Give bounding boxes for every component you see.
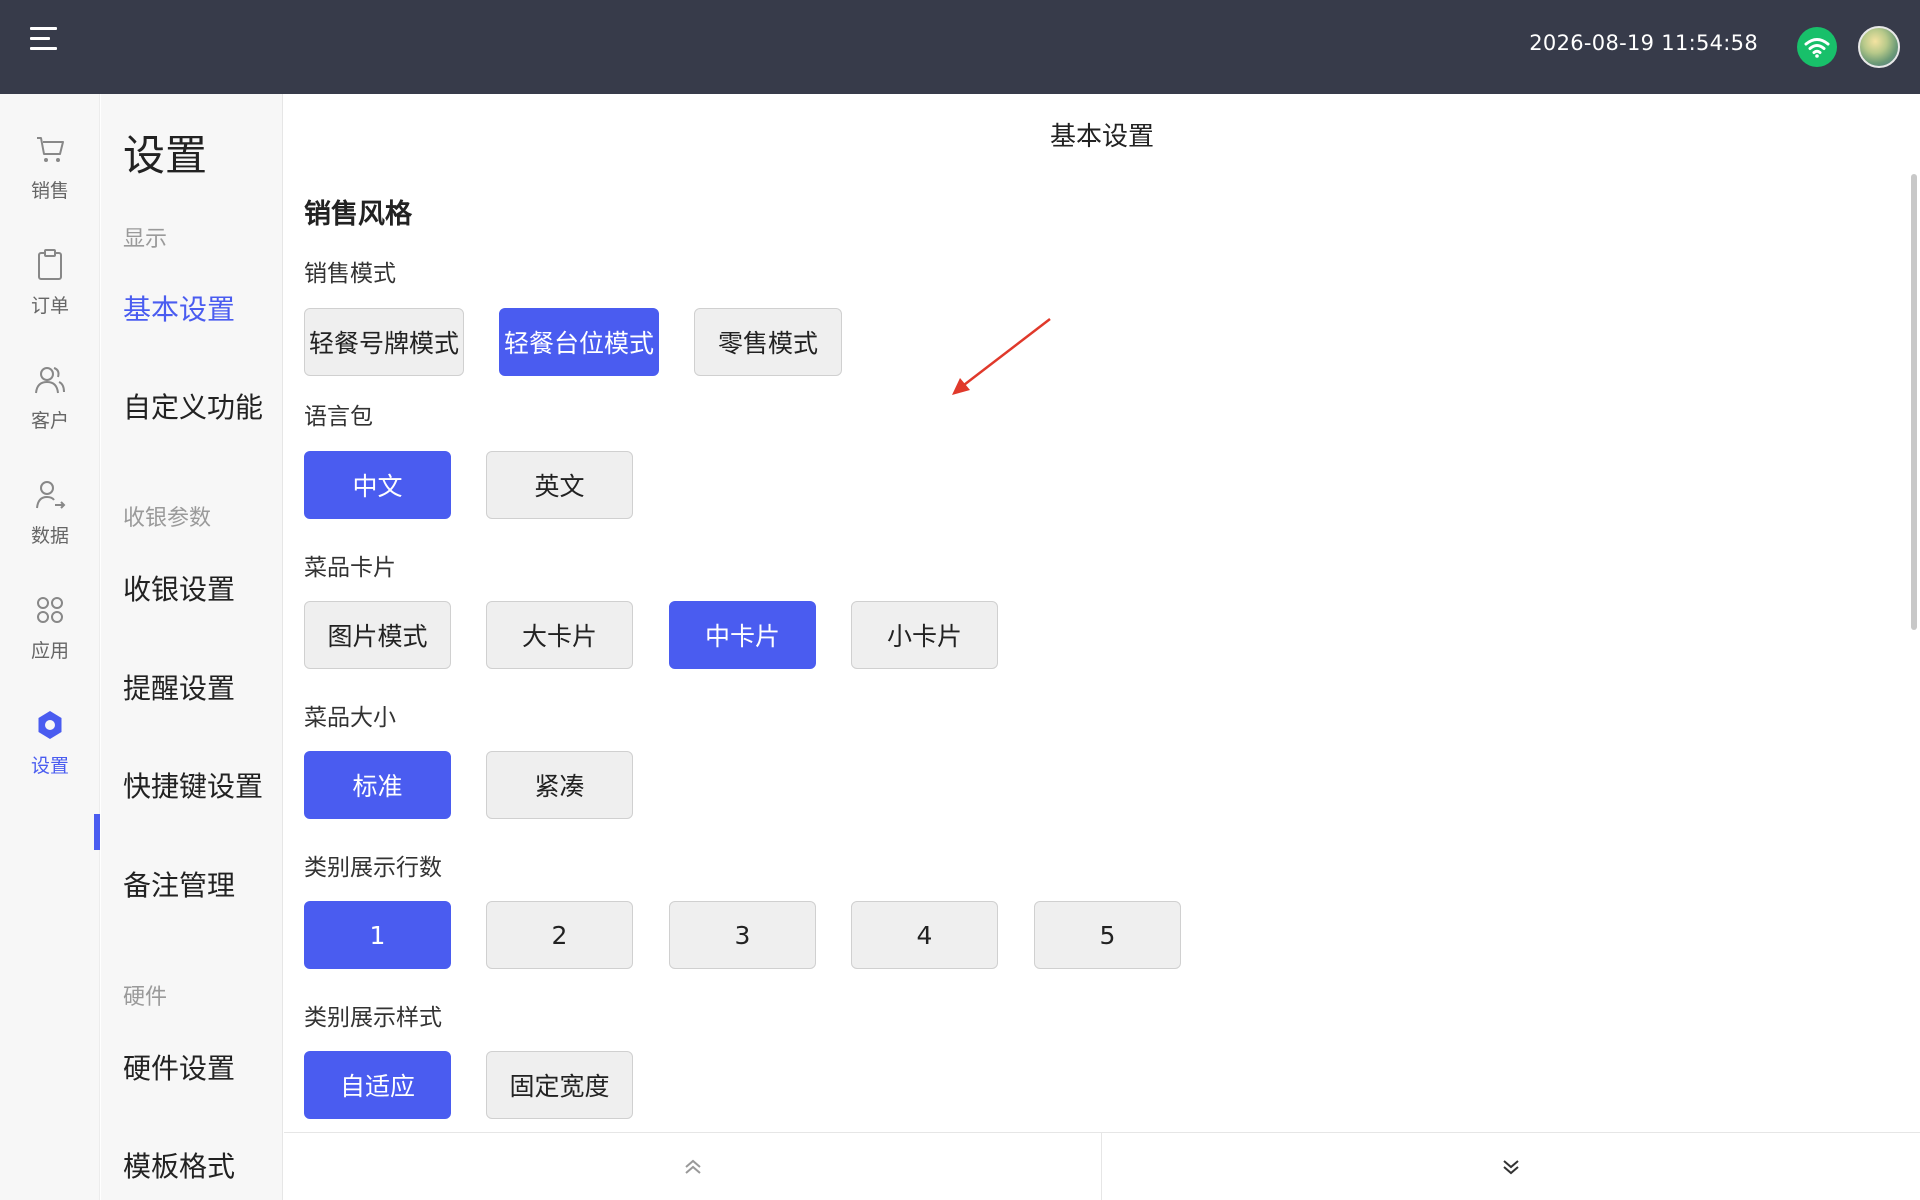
rail-item-settings[interactable]: 设置 — [0, 707, 100, 807]
rail-label: 客户 — [30, 410, 69, 432]
datetime-display: 2026-08-19 11:54:58 — [1529, 31, 1758, 55]
menu-group-display: 显示 — [123, 227, 168, 252]
sales-mode-label: 销售模式 — [304, 261, 396, 287]
rail-item-apps[interactable]: 应用 — [0, 592, 100, 692]
app-nav-rail: 销售 订单 客户 数据 应用 设置 — [0, 94, 100, 1200]
category-style-option[interactable]: 自适应 — [304, 1051, 451, 1119]
category-rows-option[interactable]: 1 — [304, 901, 451, 969]
apps-icon — [37, 597, 63, 623]
dish-size-option[interactable]: 紧凑 — [486, 751, 633, 819]
dish-card-option[interactable]: 大卡片 — [486, 601, 633, 669]
rail-label: 销售 — [30, 180, 69, 202]
sales-mode-option[interactable]: 轻餐台位模式 — [499, 308, 659, 376]
menu-item-shortcut-settings[interactable]: 快捷键设置 — [123, 765, 263, 805]
rail-item-customers[interactable]: 客户 — [0, 362, 100, 462]
language-option[interactable]: 中文 — [304, 451, 451, 519]
menu-item-cashier-settings[interactable]: 收银设置 — [123, 568, 235, 608]
menu-group-cashier-params: 收银参数 — [123, 506, 212, 531]
language-label: 语言包 — [304, 404, 373, 430]
dish-card-option[interactable]: 图片模式 — [304, 601, 451, 669]
category-style-label: 类别展示样式 — [304, 1005, 442, 1031]
rail-item-data[interactable]: 数据 — [0, 477, 100, 577]
dish-card-label: 菜品卡片 — [304, 555, 396, 581]
gear-icon — [38, 711, 62, 739]
rail-label: 订单 — [30, 295, 69, 317]
category-rows-option[interactable]: 4 — [851, 901, 998, 969]
top-bar: 2026-08-19 11:54:58 — [0, 0, 1920, 94]
sales-mode-option[interactable]: 零售模式 — [694, 308, 842, 376]
menu-group-hardware: 硬件 — [123, 985, 168, 1010]
rail-label: 设置 — [30, 755, 69, 777]
double-chevron-up-icon — [684, 1159, 701, 1174]
category-rows-label: 类别展示行数 — [304, 855, 442, 881]
cart-icon — [37, 137, 64, 162]
rail-label: 应用 — [30, 640, 69, 662]
category-style-option[interactable]: 固定宽度 — [486, 1051, 633, 1119]
main-content: 基本设置 销售风格 销售模式 轻餐号牌模式 轻餐台位模式 零售模式 语言包 中文… — [284, 94, 1920, 1200]
rail-item-sales[interactable]: 销售 — [0, 132, 100, 232]
hamburger-menu-icon[interactable] — [30, 27, 60, 51]
scroll-up-button[interactable] — [284, 1133, 1101, 1200]
menu-item-basic-settings[interactable]: 基本设置 — [123, 288, 235, 328]
dish-size-option[interactable]: 标准 — [304, 751, 451, 819]
dish-card-option[interactable]: 中卡片 — [669, 601, 816, 669]
rail-item-orders[interactable]: 订单 — [0, 247, 100, 347]
menu-item-custom-functions[interactable]: 自定义功能 — [123, 386, 263, 426]
user-data-icon — [36, 481, 66, 509]
category-rows-option[interactable]: 3 — [669, 901, 816, 969]
section-title: 销售风格 — [304, 199, 412, 230]
category-rows-option[interactable]: 5 — [1034, 901, 1181, 969]
category-rows-option[interactable]: 2 — [486, 901, 633, 969]
double-chevron-down-icon — [1503, 1160, 1519, 1175]
menu-item-note-management[interactable]: 备注管理 — [123, 864, 235, 904]
avatar[interactable] — [1858, 26, 1900, 68]
language-option[interactable]: 英文 — [486, 451, 633, 519]
annotation-arrow-icon — [952, 318, 1051, 395]
dish-size-label: 菜品大小 — [304, 705, 396, 731]
settings-menu: 设置 显示 基本设置 自定义功能 收银参数 收银设置 提醒设置 快捷键设置 备注… — [101, 94, 283, 1200]
scroll-down-button[interactable] — [1102, 1133, 1920, 1200]
wifi-icon[interactable] — [1797, 27, 1837, 67]
scrollbar[interactable] — [1911, 174, 1917, 630]
menu-item-hardware-settings[interactable]: 硬件设置 — [123, 1047, 235, 1087]
rail-label: 数据 — [30, 525, 69, 547]
users-icon — [35, 367, 65, 394]
content-title: 基本设置 — [1049, 122, 1154, 152]
active-indicator — [94, 814, 100, 850]
menu-item-template-format[interactable]: 模板格式 — [123, 1145, 235, 1185]
clipboard-icon — [38, 249, 62, 280]
page-title: 设置 — [123, 131, 208, 180]
pager-bar — [284, 1132, 1920, 1200]
menu-item-reminder-settings[interactable]: 提醒设置 — [123, 667, 235, 707]
sales-mode-option[interactable]: 轻餐号牌模式 — [304, 308, 464, 376]
dish-card-option[interactable]: 小卡片 — [851, 601, 998, 669]
